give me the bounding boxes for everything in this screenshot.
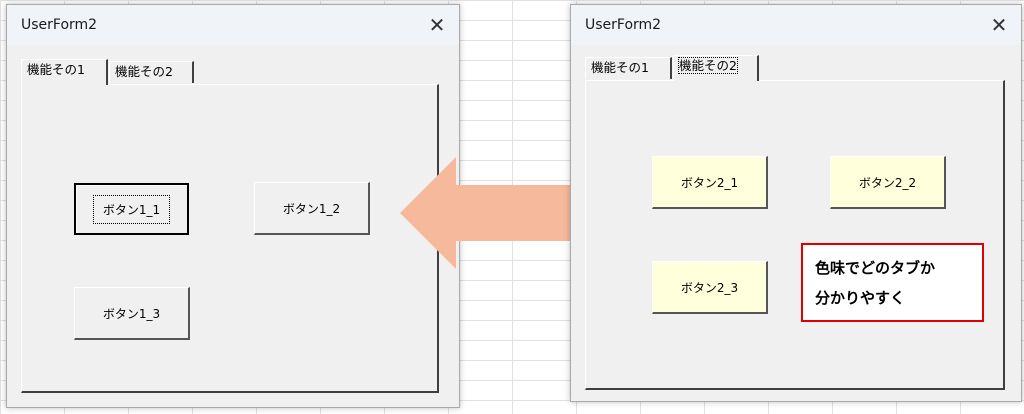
button-1-1[interactable]: ボタン1_1 bbox=[74, 183, 189, 235]
button-label: ボタン1_1 bbox=[92, 194, 171, 224]
userform-window-right: UserForm2 ✕ 機能その1 機能その2 ボタン2_1 ボタン2_2 ボタ… bbox=[570, 4, 1022, 402]
tab-feature-2[interactable]: 機能その2 bbox=[109, 61, 194, 83]
button-2-1[interactable]: ボタン2_1 bbox=[652, 156, 768, 209]
button-label: ボタン2_3 bbox=[680, 280, 739, 295]
tab-label: 機能その1 bbox=[27, 62, 85, 77]
close-button[interactable]: ✕ bbox=[421, 11, 453, 39]
annotation-callout: 色味でどのタブか 分かりやすく bbox=[801, 243, 984, 322]
close-button[interactable]: ✕ bbox=[983, 11, 1015, 39]
button-2-3[interactable]: ボタン2_3 bbox=[652, 261, 768, 314]
annotation-line-1: 色味でどのタブか bbox=[815, 259, 936, 277]
tab-feature-1[interactable]: 機能その1 bbox=[21, 59, 108, 85]
title-bar: UserForm2 ✕ bbox=[7, 5, 459, 45]
userform-window-left: UserForm2 ✕ 機能その1 機能その2 ボタン1_1 ボタン1_2 ボタ… bbox=[6, 4, 460, 408]
tab-feature-2[interactable]: 機能その2 bbox=[673, 55, 759, 81]
tab-label: 機能その2 bbox=[678, 57, 738, 74]
button-label: ボタン2_2 bbox=[858, 175, 917, 190]
annotation-line-2: 分かりやすく bbox=[815, 289, 906, 307]
tab-page-feature-1: ボタン1_1 ボタン1_2 ボタン1_3 bbox=[21, 84, 439, 393]
window-title: UserForm2 bbox=[21, 17, 98, 33]
button-1-3[interactable]: ボタン1_3 bbox=[74, 287, 190, 340]
button-label: ボタン1_3 bbox=[102, 306, 161, 321]
button-label: ボタン1_2 bbox=[282, 201, 341, 216]
title-bar: UserForm2 ✕ bbox=[571, 5, 1021, 45]
tab-label: 機能その2 bbox=[115, 64, 173, 79]
window-title: UserForm2 bbox=[585, 17, 662, 33]
button-1-2[interactable]: ボタン1_2 bbox=[254, 182, 370, 235]
tab-page-feature-2: ボタン2_1 ボタン2_2 ボタン2_3 bbox=[585, 80, 1005, 390]
tab-feature-1[interactable]: 機能その1 bbox=[585, 57, 672, 79]
tab-label: 機能その1 bbox=[591, 60, 649, 75]
button-2-2[interactable]: ボタン2_2 bbox=[830, 156, 946, 209]
button-label: ボタン2_1 bbox=[680, 175, 739, 190]
